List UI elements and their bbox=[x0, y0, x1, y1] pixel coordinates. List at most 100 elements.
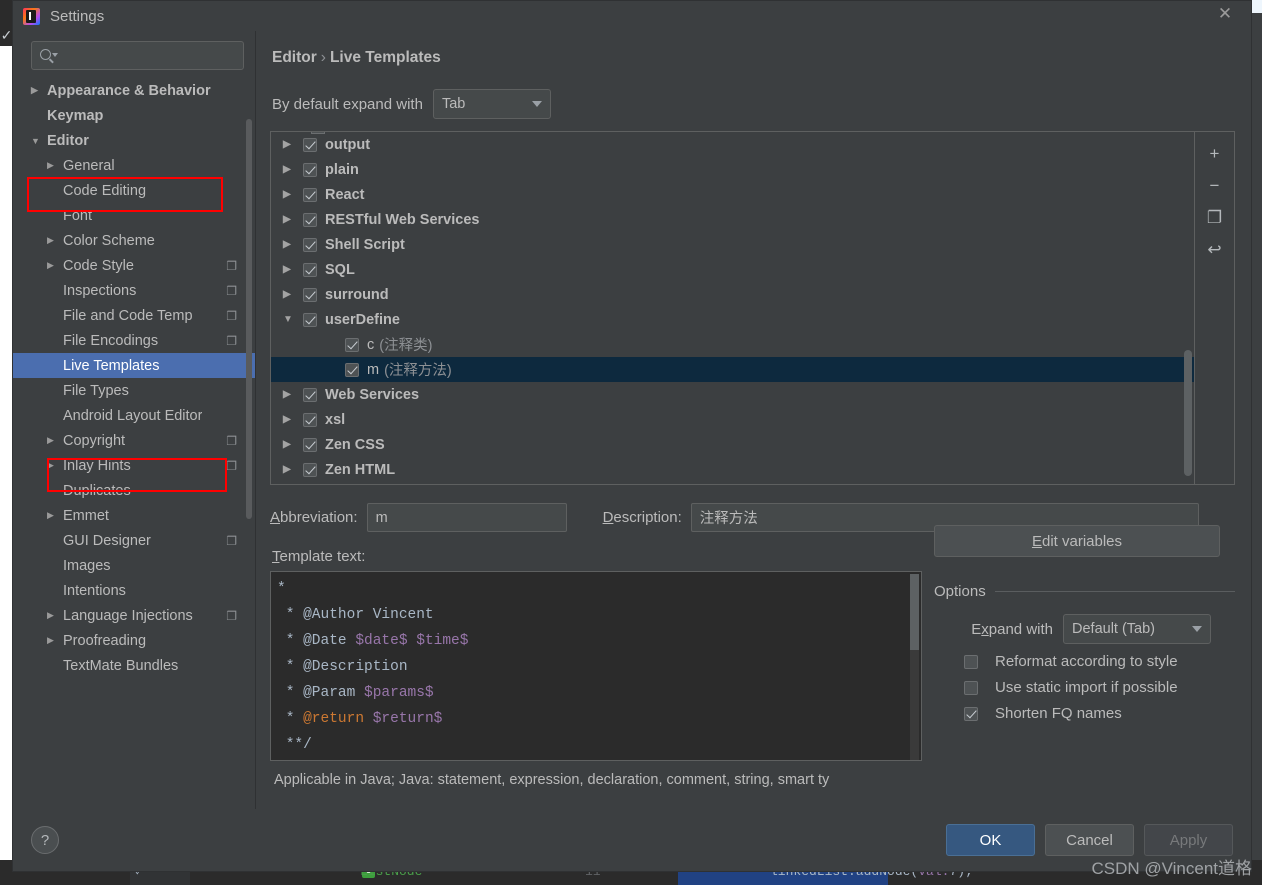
template-enabled-checkbox[interactable] bbox=[345, 362, 359, 377]
close-icon[interactable]: ✕ bbox=[1213, 3, 1237, 25]
template-tree-row[interactable]: ▶ Zen HTML bbox=[271, 457, 1194, 482]
chevron-down-icon[interactable]: ▼ bbox=[31, 136, 47, 146]
sidebar-item-inlay-hints[interactable]: ▶ Inlay Hints ❐ bbox=[13, 453, 255, 478]
option-checkbox[interactable] bbox=[964, 706, 978, 721]
sidebar-item-file-types[interactable]: ▶File Types bbox=[13, 378, 255, 403]
sidebar-item-android-layout-editor[interactable]: ▶Android Layout Editor bbox=[13, 403, 255, 428]
chevron-right-icon[interactable]: ▶ bbox=[47, 160, 63, 171]
sidebar-item-keymap[interactable]: ▶Keymap bbox=[13, 103, 255, 128]
sidebar-item-intentions[interactable]: ▶Intentions bbox=[13, 578, 255, 603]
chevron-right-icon[interactable]: ▶ bbox=[283, 189, 303, 200]
template-tree-row[interactable]: ▶ SQL bbox=[271, 257, 1194, 282]
template-enabled-checkbox[interactable] bbox=[303, 387, 317, 402]
copy-settings-icon[interactable]: ❐ bbox=[226, 609, 237, 623]
option-checkbox[interactable] bbox=[964, 680, 978, 695]
sidebar-item-inspections[interactable]: ▶Inspections❐ bbox=[13, 278, 255, 303]
editor-scrollbar-thumb[interactable] bbox=[910, 574, 919, 650]
chevron-right-icon[interactable]: ▶ bbox=[47, 510, 63, 521]
option-row[interactable]: Reformat according to style bbox=[934, 653, 1235, 670]
sidebar-item-live-templates[interactable]: ▶Live Templates bbox=[13, 353, 255, 378]
template-enabled-checkbox[interactable] bbox=[345, 337, 359, 352]
chevron-right-icon[interactable]: ▶ bbox=[283, 389, 303, 400]
sidebar-item-file-encodings[interactable]: ▶File Encodings❐ bbox=[13, 328, 255, 353]
template-enabled-checkbox[interactable] bbox=[303, 412, 317, 427]
template-tree-row[interactable]: ▶ surround bbox=[271, 282, 1194, 307]
template-tree-row[interactable]: ▶ Web Services bbox=[271, 382, 1194, 407]
sidebar-item-code-editing[interactable]: ▶Code Editing bbox=[13, 178, 255, 203]
revert-template-button[interactable]: ↩ bbox=[1200, 236, 1230, 264]
chevron-right-icon[interactable]: ▶ bbox=[283, 164, 303, 175]
template-enabled-checkbox[interactable] bbox=[303, 237, 317, 252]
duplicate-template-button[interactable]: ❐ bbox=[1200, 204, 1230, 232]
chevron-right-icon[interactable]: ▶ bbox=[47, 610, 63, 621]
template-enabled-checkbox[interactable] bbox=[303, 187, 317, 202]
sidebar-item-editor[interactable]: ▼ Editor bbox=[13, 128, 255, 153]
template-tree-scrollbar[interactable] bbox=[1184, 350, 1192, 476]
chevron-right-icon[interactable]: ▶ bbox=[283, 239, 303, 250]
sidebar-item-file-and-code-temp[interactable]: ▶File and Code Temp❐ bbox=[13, 303, 255, 328]
template-tree-row[interactable]: ▶m(注释方法) bbox=[271, 357, 1194, 382]
template-tree-row[interactable]: ▶ xsl bbox=[271, 407, 1194, 432]
chevron-right-icon[interactable]: ▶ bbox=[283, 289, 303, 300]
chevron-right-icon[interactable]: ▶ bbox=[283, 414, 303, 425]
option-checkbox[interactable] bbox=[964, 654, 978, 669]
template-tree-row[interactable]: ▶ plain bbox=[271, 157, 1194, 182]
copy-settings-icon[interactable]: ❐ bbox=[226, 284, 237, 298]
template-enabled-checkbox[interactable] bbox=[303, 312, 317, 327]
copy-settings-icon[interactable]: ❐ bbox=[226, 259, 237, 273]
chevron-right-icon[interactable]: ▶ bbox=[47, 235, 63, 246]
sidebar-item-general[interactable]: ▶ General bbox=[13, 153, 255, 178]
template-tree-row[interactable]: ▶ Shell Script bbox=[271, 232, 1194, 257]
template-enabled-checkbox[interactable] bbox=[303, 162, 317, 177]
template-tree-row[interactable]: ▶ React bbox=[271, 182, 1194, 207]
sidebar-item-language-injections[interactable]: ▶ Language Injections ❐ bbox=[13, 603, 255, 628]
chevron-right-icon[interactable]: ▶ bbox=[47, 460, 63, 471]
sidebar-item-copyright[interactable]: ▶ Copyright ❐ bbox=[13, 428, 255, 453]
sidebar-item-textmate-bundles[interactable]: ▶TextMate Bundles bbox=[13, 653, 255, 678]
add-template-button[interactable]: + bbox=[1200, 140, 1230, 168]
chevron-right-icon[interactable]: ▶ bbox=[31, 85, 47, 96]
copy-settings-icon[interactable]: ❐ bbox=[226, 434, 237, 448]
copy-settings-icon[interactable]: ❐ bbox=[226, 309, 237, 323]
chevron-right-icon[interactable]: ▶ bbox=[47, 635, 63, 646]
remove-template-button[interactable]: − bbox=[1200, 172, 1230, 200]
default-expand-select[interactable]: Tab bbox=[432, 89, 551, 119]
copy-settings-icon[interactable]: ❐ bbox=[226, 459, 237, 473]
template-enabled-checkbox[interactable] bbox=[303, 462, 317, 477]
chevron-right-icon[interactable]: ▶ bbox=[283, 464, 303, 475]
template-enabled-checkbox[interactable] bbox=[303, 137, 317, 152]
sidebar-item-font[interactable]: ▶Font bbox=[13, 203, 255, 228]
template-tree-row[interactable]: ▶c(注释类) bbox=[271, 332, 1194, 357]
help-button[interactable]: ? bbox=[31, 826, 59, 854]
chevron-right-icon[interactable]: ▶ bbox=[283, 139, 303, 150]
chevron-right-icon[interactable]: ▶ bbox=[283, 264, 303, 275]
expand-with-select[interactable]: Default (Tab) bbox=[1063, 614, 1211, 644]
chevron-right-icon[interactable]: ▶ bbox=[47, 260, 63, 271]
sidebar-item-appearance-behavior[interactable]: ▶ Appearance & Behavior bbox=[13, 78, 255, 103]
sidebar-item-gui-designer[interactable]: ▶GUI Designer❐ bbox=[13, 528, 255, 553]
copy-settings-icon[interactable]: ❐ bbox=[226, 534, 237, 548]
sidebar-item-color-scheme[interactable]: ▶ Color Scheme bbox=[13, 228, 255, 253]
ok-button[interactable]: OK bbox=[946, 824, 1035, 856]
edit-variables-button[interactable]: Edit variables bbox=[934, 525, 1220, 557]
template-tree-row[interactable]: ▶ output bbox=[271, 132, 1194, 157]
chevron-right-icon[interactable]: ▶ bbox=[283, 214, 303, 225]
sidebar-item-emmet[interactable]: ▶ Emmet bbox=[13, 503, 255, 528]
option-row[interactable]: Use static import if possible bbox=[934, 679, 1235, 696]
template-tree-row[interactable]: ▼ userDefine bbox=[271, 307, 1194, 332]
chevron-right-icon[interactable]: ▶ bbox=[283, 439, 303, 450]
sidebar-item-proofreading[interactable]: ▶ Proofreading bbox=[13, 628, 255, 653]
search-input[interactable] bbox=[31, 41, 244, 70]
option-row[interactable]: Shorten FQ names bbox=[934, 705, 1235, 722]
template-group-tree[interactable]: ▶ output ▶ plain ▶ React ▶ RESTful Web Services… bbox=[270, 131, 1195, 485]
template-tree-row[interactable]: ▶ Zen CSS bbox=[271, 432, 1194, 457]
template-enabled-checkbox[interactable] bbox=[303, 287, 317, 302]
chevron-down-icon[interactable]: ▼ bbox=[283, 314, 303, 325]
sidebar-item-duplicates[interactable]: ▶Duplicates bbox=[13, 478, 255, 503]
template-enabled-checkbox[interactable] bbox=[303, 262, 317, 277]
template-tree-row[interactable]: ▶ RESTful Web Services bbox=[271, 207, 1194, 232]
sidebar-item-code-style[interactable]: ▶ Code Style ❐ bbox=[13, 253, 255, 278]
cancel-button[interactable]: Cancel bbox=[1045, 824, 1134, 856]
template-text-editor[interactable]: * * @Author Vincent * @Date $date$ $time… bbox=[270, 571, 922, 761]
copy-settings-icon[interactable]: ❐ bbox=[226, 334, 237, 348]
